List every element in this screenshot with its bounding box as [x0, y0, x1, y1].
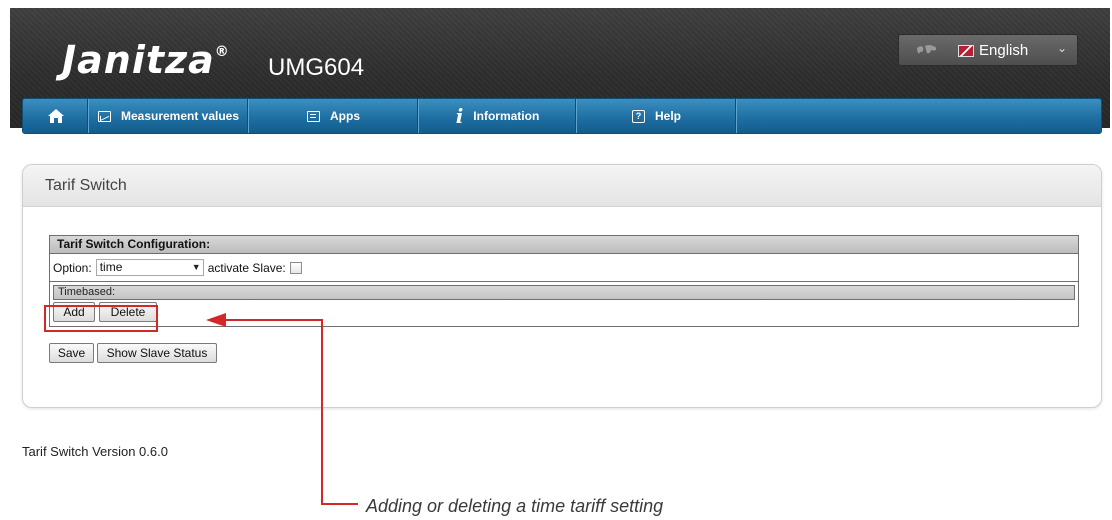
nav-label: Apps: [330, 109, 360, 123]
nav-label: Measurement values: [120, 109, 240, 123]
option-value: time: [99, 260, 123, 274]
show-slave-status-button[interactable]: Show Slave Status: [97, 343, 217, 363]
option-select[interactable]: time ▼: [95, 259, 204, 276]
tarif-switch-panel: Tarif Switch Tarif Switch Configuration:…: [22, 164, 1102, 408]
language-label: English: [979, 42, 1029, 59]
apps-icon: [307, 110, 320, 122]
chart-icon: [97, 110, 111, 122]
page-title: Tarif Switch: [45, 177, 127, 194]
nav-measurement-values[interactable]: Measurement values: [89, 99, 249, 133]
option-label: Option:: [53, 260, 92, 275]
dropdown-arrow-icon: ▼: [191, 262, 201, 272]
nav-label: Information: [473, 109, 540, 123]
slave-label: activate Slave:: [207, 260, 286, 275]
timebased-buttons: Add Delete: [53, 302, 1078, 322]
timebased-header: Timebased:: [53, 285, 1075, 300]
nav-help[interactable]: ? Help: [577, 99, 737, 133]
janitza-logo: Janitza®: [62, 38, 230, 82]
callout-caption: Adding or deleting a time tariff setting: [366, 496, 664, 516]
language-selector[interactable]: English ⌄: [898, 34, 1078, 66]
nav-apps[interactable]: Apps: [249, 99, 419, 133]
help-icon: ?: [631, 109, 645, 123]
save-button[interactable]: Save: [49, 343, 94, 363]
world-map-icon: [917, 45, 937, 54]
device-model: UMG604: [268, 54, 365, 81]
config-table: Tarif Switch Configuration: Option: time…: [49, 235, 1079, 327]
callout-highlight-box: [44, 305, 158, 332]
panel-header: Tarif Switch: [23, 165, 1101, 207]
nav-home[interactable]: [23, 99, 89, 133]
main-nav: Measurement values Apps i Information ? …: [22, 98, 1102, 134]
activate-slave-checkbox[interactable]: [289, 261, 302, 274]
config-title: Tarif Switch Configuration:: [50, 236, 1078, 254]
uk-flag-icon: [958, 45, 974, 57]
nav-label: Help: [654, 109, 681, 123]
chevron-down-icon: ⌄: [1057, 41, 1068, 55]
nav-information[interactable]: i Information: [419, 99, 577, 133]
info-icon: i: [455, 104, 464, 128]
home-icon: [47, 109, 64, 123]
version-text: Tarif Switch Version 0.6.0: [22, 444, 168, 459]
panel-actions: Save Show Slave Status: [49, 343, 217, 363]
timebased-section: Timebased: Add Delete: [50, 282, 1078, 326]
option-row: Option: time ▼ activate Slave:: [50, 254, 1078, 282]
